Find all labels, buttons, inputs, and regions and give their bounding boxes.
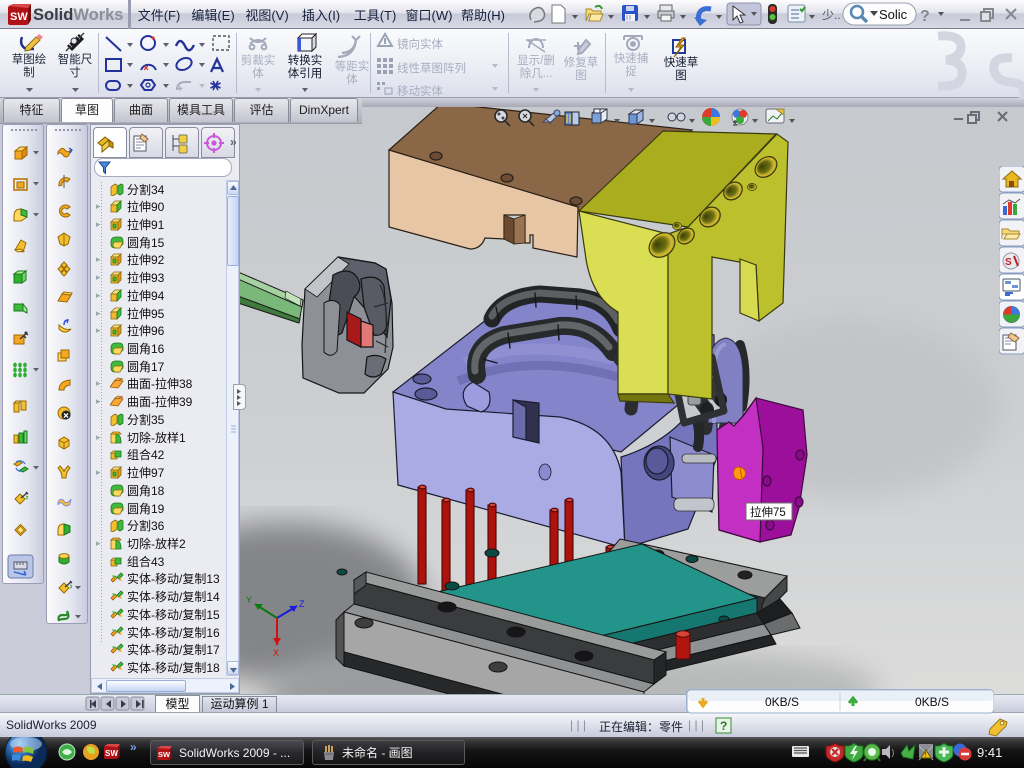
svg-text:镜向实体: 镜向实体 — [397, 37, 443, 51]
svg-text:SW: SW — [10, 11, 28, 23]
svg-text:显示/删: 显示/删 — [517, 54, 555, 67]
svg-text:»: » — [230, 135, 237, 149]
svg-text:»: » — [130, 740, 137, 754]
svg-text:少..: 少.. — [822, 8, 841, 22]
svg-text:捉: 捉 — [625, 64, 637, 78]
svg-text:等距实: 等距实 — [335, 59, 370, 73]
svg-text:移动实体: 移动实体 — [397, 84, 443, 98]
svg-text:修复草: 修复草 — [564, 55, 599, 69]
svg-text:剪裁实: 剪裁实 — [241, 53, 276, 67]
svg-text:Z: Z — [299, 599, 305, 609]
svg-text:快速草: 快速草 — [664, 56, 699, 69]
svg-text:制: 制 — [23, 66, 35, 79]
svg-text:图: 图 — [575, 69, 587, 82]
svg-text:Solic: Solic — [879, 7, 908, 22]
svg-text:寸: 寸 — [69, 65, 81, 79]
svg-text:0KB/S: 0KB/S — [915, 695, 949, 709]
svg-text:!: ! — [925, 752, 927, 759]
svg-text:草图绘: 草图绘 — [12, 52, 47, 66]
svg-text:转换实: 转换实 — [288, 53, 323, 67]
svg-text:体: 体 — [252, 66, 264, 80]
svg-text:图: 图 — [675, 69, 687, 82]
svg-text:?: ? — [720, 719, 727, 733]
svg-text:X: X — [273, 648, 279, 658]
svg-text:Y: Y — [246, 595, 252, 605]
svg-text:?: ? — [920, 8, 930, 25]
svg-text:拉伸75: 拉伸75 — [750, 505, 786, 519]
svg-text:0KB/S: 0KB/S — [765, 695, 799, 709]
svg-text:除几...: 除几... — [520, 66, 553, 80]
svg-text:体引用: 体引用 — [288, 66, 323, 80]
svg-text:体: 体 — [346, 72, 358, 86]
svg-text:智能尺: 智能尺 — [58, 52, 93, 66]
svg-text:S: S — [1005, 257, 1012, 268]
svg-text:SW: SW — [158, 750, 171, 759]
svg-text:SW: SW — [105, 749, 118, 758]
svg-text:快速捕: 快速捕 — [614, 51, 649, 65]
svg-text:线性草图阵列: 线性草图阵列 — [397, 61, 466, 75]
svg-text:SolidWorks: SolidWorks — [33, 6, 123, 24]
